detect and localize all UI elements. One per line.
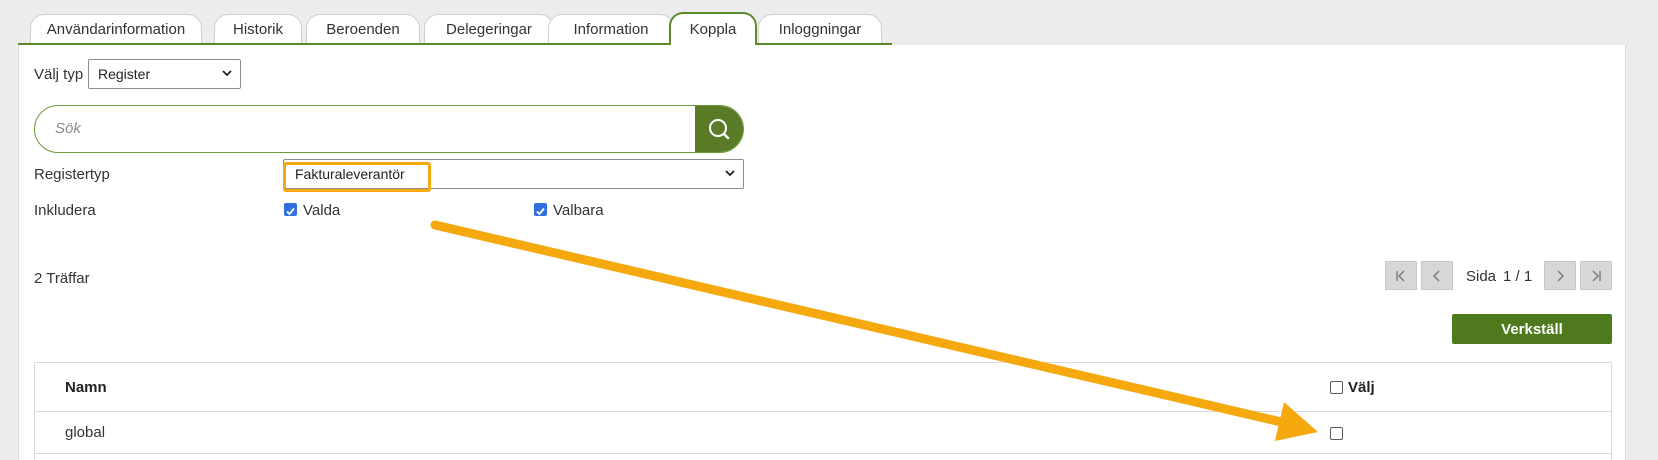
search-bar: Sök (34, 105, 744, 153)
results-table: Namn Välj global (34, 362, 1612, 460)
valbara-checkbox[interactable] (534, 203, 547, 216)
chevron-left-icon (1433, 270, 1440, 281)
previous-page-button[interactable] (1421, 261, 1453, 290)
tab-label: Koppla (689, 21, 737, 38)
tab-label: Beroenden (326, 21, 400, 38)
checkmark-icon (286, 207, 295, 216)
row-select-checkbox[interactable] (1330, 427, 1343, 440)
tab-delegeringar[interactable]: Delegeringar (424, 14, 554, 44)
page-value: 1 / 1 (1503, 268, 1533, 285)
chevron-down-icon (725, 170, 735, 177)
tab-beroenden[interactable]: Beroenden (306, 14, 420, 44)
chevron-down-icon (222, 70, 232, 77)
search-input[interactable]: Sök (55, 120, 81, 137)
tab-label: Delegeringar (446, 21, 532, 38)
table-header: Namn Välj (35, 363, 1611, 412)
select-all-checkbox[interactable] (1330, 381, 1343, 394)
table-row: global (35, 412, 1611, 454)
results-count: 2 Träffar (34, 270, 90, 287)
tab-label: Information (573, 21, 649, 38)
search-icon (709, 119, 730, 140)
column-header-name: Namn (65, 379, 107, 396)
tab-koppla[interactable]: Koppla (669, 12, 757, 45)
last-page-button[interactable] (1580, 261, 1612, 290)
register-type-label: Registertyp (34, 166, 110, 183)
include-label: Inkludera (34, 202, 96, 219)
type-select[interactable]: Register (88, 59, 241, 89)
search-button[interactable] (695, 106, 743, 152)
apply-button[interactable]: Verkställ (1452, 314, 1612, 344)
tab-bar: Användarinformation Historik Beroenden D… (18, 12, 892, 45)
column-header-select: Välj (1348, 379, 1375, 396)
valbara-label: Valbara (553, 202, 604, 219)
last-page-icon (1592, 270, 1601, 281)
tab-label: Inloggningar (778, 21, 862, 38)
type-select-value: Register (98, 66, 151, 82)
valda-checkbox[interactable] (284, 203, 297, 216)
highlight-box (283, 162, 431, 192)
tab-label: Historik (232, 21, 283, 38)
first-page-button[interactable] (1385, 261, 1417, 290)
page-label: Sida (1466, 268, 1497, 285)
checkmark-icon (536, 207, 545, 216)
row-name: global (65, 424, 106, 441)
type-select-label: Välj typ (34, 66, 84, 83)
tab-information[interactable]: Information (548, 14, 674, 44)
chevron-right-icon (1557, 270, 1564, 281)
tab-anvandarinformation[interactable]: Användarinformation (30, 14, 202, 44)
tab-label: Användarinformation (46, 21, 186, 38)
tab-inloggningar[interactable]: Inloggningar (758, 14, 882, 44)
tab-historik[interactable]: Historik (214, 14, 302, 44)
valda-label: Valda (303, 202, 341, 219)
next-page-button[interactable] (1544, 261, 1576, 290)
first-page-icon (1396, 270, 1405, 281)
